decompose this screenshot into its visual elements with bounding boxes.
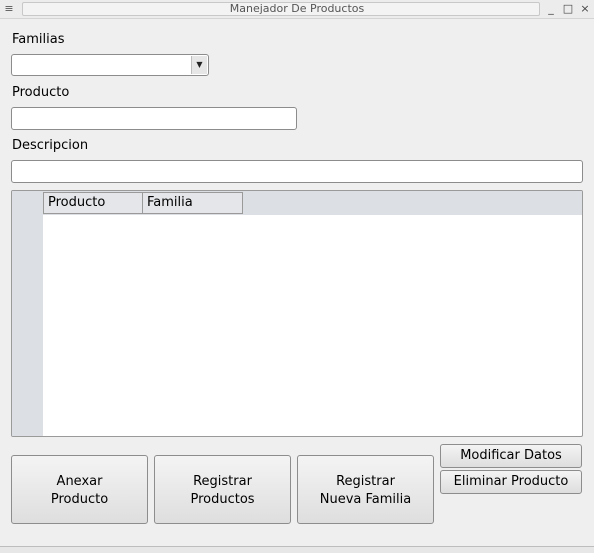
window-menu-icon[interactable]: ≡: [3, 3, 15, 14]
row-header-gutter: [12, 215, 43, 436]
title-bar: Manejador De Productos ≡ _ □ ×: [0, 0, 594, 19]
minimize-icon[interactable]: _: [545, 3, 557, 15]
products-table[interactable]: Producto Familia: [11, 190, 583, 437]
descripcion-input[interactable]: [11, 160, 583, 183]
registrar-productos-label-line1: Registrar: [193, 474, 252, 489]
column-header-producto[interactable]: Producto: [43, 192, 143, 214]
window-title: Manejador De Productos: [229, 2, 365, 15]
producto-label: Producto: [12, 85, 70, 100]
column-header-familia[interactable]: Familia: [142, 192, 243, 214]
anexar-label-line2: Producto: [50, 492, 109, 507]
registrar-familia-label-line2: Nueva Familia: [319, 492, 412, 507]
registrar-nueva-familia-button[interactable]: Registrar Nueva Familia: [297, 455, 434, 524]
registrar-productos-label-line2: Productos: [190, 492, 255, 507]
anexar-producto-button[interactable]: Anexar Producto: [11, 455, 148, 524]
maximize-icon[interactable]: □: [562, 3, 574, 15]
close-icon[interactable]: ×: [579, 3, 591, 15]
familias-label: Familias: [12, 32, 65, 47]
eliminar-producto-button[interactable]: Eliminar Producto: [440, 470, 582, 494]
familias-combobox[interactable]: ▼: [11, 54, 209, 76]
table-corner: [12, 191, 43, 215]
anexar-label-line1: Anexar: [56, 474, 103, 489]
registrar-familia-label-line1: Registrar: [336, 474, 395, 489]
registrar-productos-button[interactable]: Registrar Productos: [154, 455, 291, 524]
modificar-datos-button[interactable]: Modificar Datos: [440, 444, 582, 468]
descripcion-label: Descripcion: [12, 138, 89, 153]
producto-input[interactable]: [11, 107, 297, 130]
chevron-down-icon[interactable]: ▼: [191, 56, 207, 74]
